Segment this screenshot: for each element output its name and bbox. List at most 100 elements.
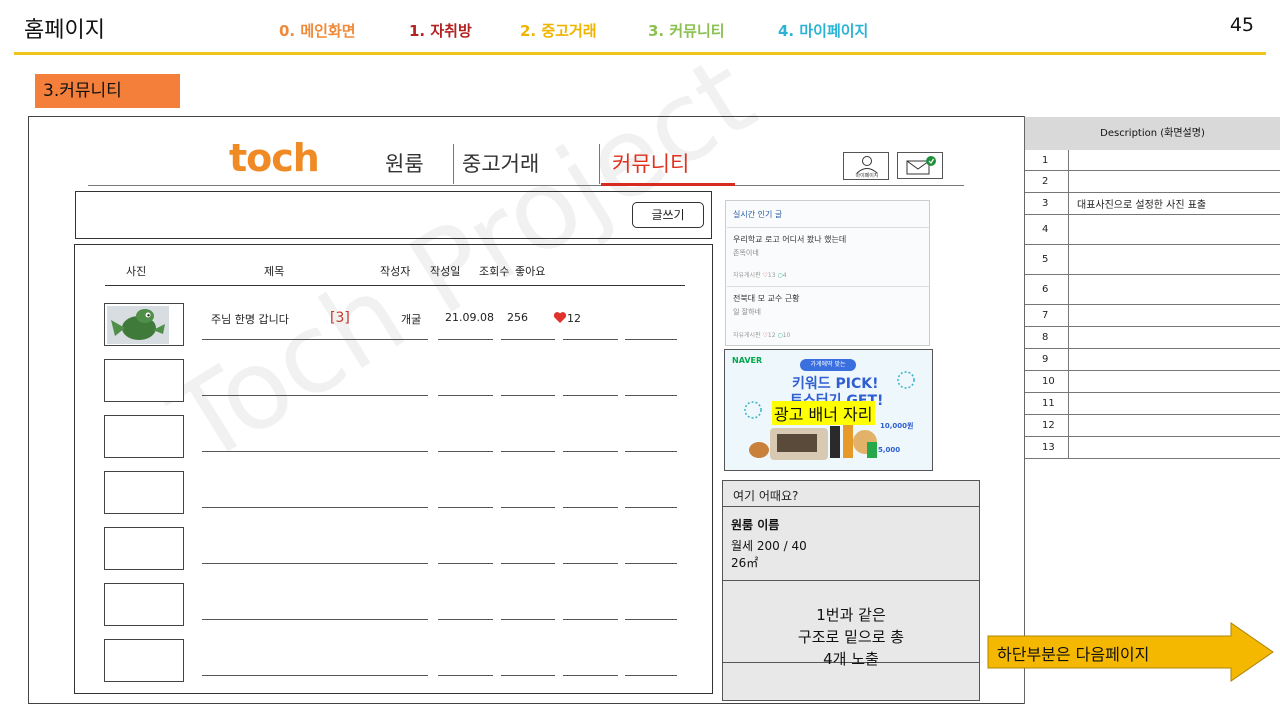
description-row-number: 7 [1025,305,1069,326]
mypage-button[interactable]: 마이페이지 [843,152,889,180]
row-cell-underline [438,451,493,452]
slide-title: 홈페이지 [24,18,105,43]
row-cell-underline [501,339,555,340]
description-row: 6 [1025,275,1280,305]
menu-active-indicator [601,183,735,186]
menu-separator [453,144,454,184]
post-title[interactable]: 주님 한명 갑니다 [211,311,289,327]
row-cell-underline [202,675,428,676]
popular-item-sub: 일 잘하네 [733,308,761,316]
description-row: 9 [1025,349,1280,371]
popular-item-title[interactable]: 우리학교 로고 어디서 봤나 했는데 [733,234,846,245]
write-button[interactable]: 글쓰기 [632,202,704,228]
post-thumbnail[interactable] [104,639,184,682]
post-thumbnail[interactable] [104,415,184,458]
row-cell-underline [438,395,493,396]
message-button[interactable] [897,152,943,179]
section-tag: 3.커뮤니티 [35,74,180,108]
description-row: 12 [1025,415,1280,437]
popular-item-likes: 13 [767,272,776,279]
post-date: 21.09.08 [445,311,494,324]
row-cell-underline [501,619,555,620]
column-date: 작성일 [430,265,461,278]
post-thumbnail[interactable] [104,359,184,402]
recommendation-note: 1번과 같은 구조로 밑으로 총 4개 노출 [722,604,980,670]
list-header-divider [105,285,685,286]
row-cell-underline [625,395,677,396]
column-title: 제목 [264,265,285,278]
post-views: 256 [507,311,528,324]
row-cell-underline [501,395,555,396]
room-name[interactable]: 원룸 이름 [731,516,779,533]
popular-item-sub: 존똑이네 [733,249,759,257]
row-cell-underline [202,339,428,340]
nav-mypage[interactable]: 4. 마이페이지 [778,20,868,41]
row-cell-underline [563,563,618,564]
post-thumbnail[interactable] [104,471,184,514]
popular-item-meta: 자유게시판 ♡13 ○4 [733,270,787,279]
popular-item-comments: 10 [782,332,791,339]
description-row-number: 12 [1025,415,1069,436]
menu-separator [599,144,600,184]
note-line: 1번과 같은 [816,606,886,624]
nav-main[interactable]: 0. 메인화면 [279,20,356,41]
nav-market[interactable]: 2. 중고거래 [520,20,597,41]
description-row-number: 9 [1025,349,1069,370]
description-row: 4 [1025,215,1280,245]
row-cell-underline [202,451,428,452]
menu-oneroom[interactable]: 원룸 [385,148,424,178]
popular-item-meta: 자유게시판 ♡12 ○10 [733,330,790,339]
popular-title: 실시간 인기 글 [733,210,783,219]
row-cell-underline [563,339,618,340]
description-row-number: 8 [1025,327,1069,348]
heart-icon [553,312,567,323]
header-divider [14,52,1266,55]
ad-placeholder-label: 광고 배너 자리 [772,401,875,425]
menu-market[interactable]: 중고거래 [462,148,539,178]
row-cell-underline [202,563,428,564]
rec-divider [723,506,979,507]
mypage-label: 마이페이지 [855,173,879,179]
ad-brand: NAVER [732,356,763,365]
popular-divider [727,286,929,287]
recommendation-header: 여기 어때요? [733,489,799,503]
description-row-text: 대표사진으로 설정한 사진 표출 [1077,200,1207,211]
column-photo: 사진 [126,265,147,278]
description-row: 5 [1025,245,1280,275]
row-cell-underline [563,395,618,396]
description-row: 11 [1025,393,1280,415]
row-cell-underline [438,675,493,676]
write-area [75,191,712,239]
note-line: 구조로 밑으로 총 [797,628,905,646]
post-author: 개굴 [401,313,422,326]
row-cell-underline [501,675,555,676]
description-row: 8 [1025,327,1280,349]
post-thumbnail[interactable] [104,303,184,346]
post-thumbnail[interactable] [104,527,184,570]
logo[interactable]: toch [229,136,320,180]
description-row: 3 대표사진으로 설정한 사진 표출 [1025,193,1280,215]
popular-item-board: 자유게시판 [733,332,761,339]
room-area: 26㎡ [731,556,759,570]
row-cell-underline [202,619,428,620]
post-thumbnail[interactable] [104,583,184,626]
row-cell-underline [202,507,428,508]
description-row-number: 1 [1025,150,1069,170]
row-cell-underline [438,563,493,564]
rec-divider [723,580,979,581]
description-row-number: 6 [1025,275,1069,304]
description-row-number: 5 [1025,245,1069,274]
menu-community[interactable]: 커뮤니티 [612,148,689,178]
row-cell-underline [625,507,677,508]
nav-community[interactable]: 3. 커뮤니티 [648,20,725,41]
description-row-number: 2 [1025,171,1069,192]
reply-count: [3] [330,310,350,326]
nav-room[interactable]: 1. 자취방 [409,20,472,41]
next-page-note: 하단부분은 다음페이지 [997,645,1150,664]
column-views: 조회수 [479,265,510,278]
popular-item-title[interactable]: 전북대 모 교수 근황 [733,293,800,304]
popular-item-comments: 4 [782,272,787,279]
popular-divider [727,227,929,228]
description-row: 7 [1025,305,1280,327]
row-cell-underline [438,339,493,340]
